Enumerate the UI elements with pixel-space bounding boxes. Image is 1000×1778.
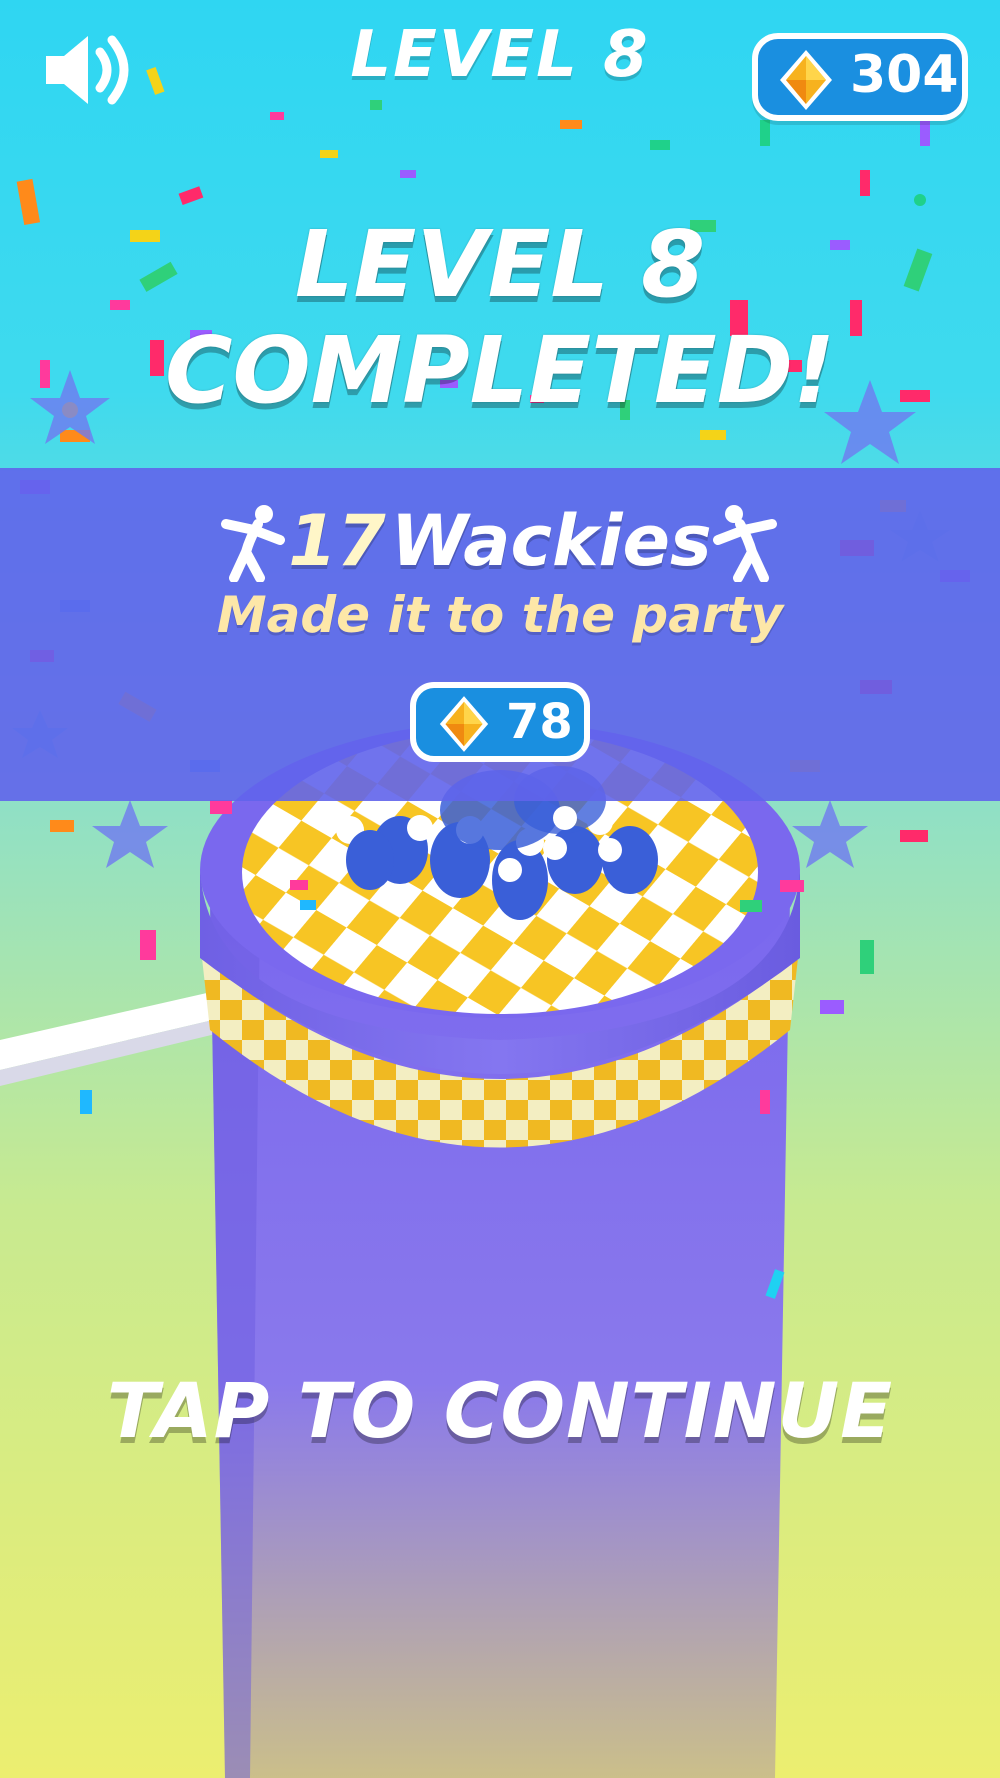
wackies-count: 17 xyxy=(288,500,386,582)
game-scene[interactable]: LEVEL 8 304 LEVEL 8 COMPLETED! 17 Wackie… xyxy=(0,0,1000,1778)
level-completed-title: LEVEL 8 COMPLETED! xyxy=(0,212,1000,424)
reward-gem-badge: 78 xyxy=(410,682,590,762)
title-line-1: LEVEL 8 xyxy=(294,211,706,318)
reward-amount: 78 xyxy=(506,694,573,750)
diamond-gem-icon xyxy=(439,696,489,752)
diamond-gem-icon xyxy=(780,50,832,110)
wackies-label: Wackies xyxy=(390,500,712,582)
tap-to-continue-button[interactable]: TAP TO CONTINUE xyxy=(0,1366,1000,1455)
party-subtitle: Made it to the party xyxy=(216,586,784,644)
wackies-summary: 17 Wackies xyxy=(0,500,1000,590)
gem-counter[interactable]: 304 xyxy=(752,33,968,121)
gem-count: 304 xyxy=(850,45,959,105)
title-line-2: COMPLETED! xyxy=(164,317,836,424)
